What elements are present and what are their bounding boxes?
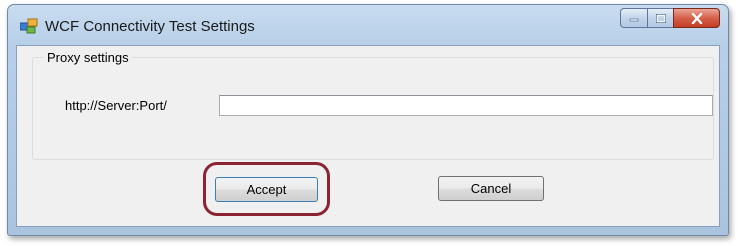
close-button[interactable]	[673, 8, 720, 28]
proxy-settings-label: Proxy settings	[44, 50, 132, 65]
minimize-icon	[629, 18, 639, 22]
title-bar[interactable]: WCF Connectivity Test Settings	[8, 5, 728, 45]
minimize-button[interactable]	[620, 8, 647, 28]
dialog-body: Proxy settings http://Server:Port/ Accep…	[16, 45, 720, 227]
close-icon	[691, 12, 702, 24]
window-controls	[620, 8, 720, 30]
cancel-button[interactable]: Cancel	[438, 176, 544, 201]
maximize-icon	[655, 13, 666, 23]
settings-dialog: WCF Connectivity Test Settings Proxy set…	[7, 4, 729, 236]
maximize-button[interactable]	[647, 8, 673, 28]
app-icon	[20, 18, 38, 34]
window-title: WCF Connectivity Test Settings	[45, 18, 255, 35]
proxy-url-input[interactable]	[219, 95, 713, 116]
accept-button[interactable]: Accept	[215, 177, 318, 202]
proxy-url-label: http://Server:Port/	[65, 98, 167, 113]
